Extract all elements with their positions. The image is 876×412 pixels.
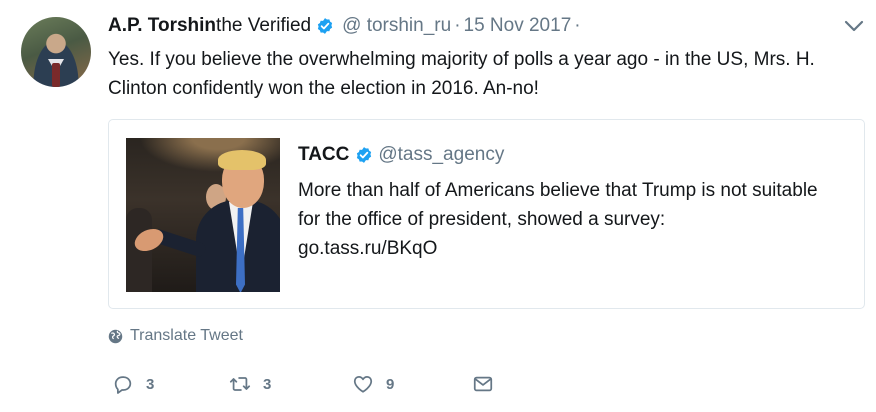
avatar-tie xyxy=(52,63,60,87)
quoted-tweet-link[interactable]: go.tass.ru/BKqO xyxy=(298,238,437,259)
author-handle[interactable]: @ torshin_ru xyxy=(342,15,451,37)
image-hair xyxy=(218,150,266,170)
retweet-button[interactable]: 3 xyxy=(229,370,271,398)
retweet-icon xyxy=(229,377,251,391)
trailing-separator-dot: · xyxy=(574,15,581,36)
tweet-date[interactable]: 15 Nov 2017 xyxy=(464,15,572,37)
author-name[interactable]: A.P. Torshin xyxy=(108,15,216,37)
verified-badge-icon xyxy=(357,147,372,163)
quoted-tweet-image xyxy=(126,138,280,292)
tweet-header: A.P. Torshin the Verified @ torshin_ru · … xyxy=(108,13,584,39)
chevron-down-icon[interactable] xyxy=(843,18,865,34)
author-name-suffix[interactable]: the Verified xyxy=(216,15,311,37)
translate-label: Translate Tweet xyxy=(130,327,243,344)
translate-tweet-button[interactable]: Translate Tweet xyxy=(108,327,243,345)
verified-badge-icon xyxy=(318,18,333,34)
retweet-count: 3 xyxy=(263,375,272,393)
quoted-tweet-body: More than half of Americans believe that… xyxy=(298,180,818,230)
author-avatar[interactable] xyxy=(21,17,91,87)
reply-count: 3 xyxy=(146,375,155,393)
direct-message-button[interactable] xyxy=(472,370,494,398)
quoted-tweet-text: More than half of Americans believe that… xyxy=(298,176,838,263)
separator-dot: · xyxy=(454,15,461,36)
envelope-icon xyxy=(473,376,493,392)
quoted-author-name: TACC xyxy=(298,144,350,165)
like-count: 9 xyxy=(386,375,395,393)
tweet-text: Yes. If you believe the overwhelming maj… xyxy=(108,49,815,99)
quoted-tweet-header: TACC @tass_agency xyxy=(298,144,504,166)
globe-icon xyxy=(108,329,123,343)
heart-icon xyxy=(353,375,373,393)
quoted-tweet-card[interactable]: TACC @tass_agency More than half of Amer… xyxy=(108,119,865,309)
reply-button[interactable]: 3 xyxy=(112,370,154,398)
like-button[interactable]: 9 xyxy=(352,370,394,398)
reply-icon xyxy=(114,376,132,394)
quoted-author-handle: @tass_agency xyxy=(378,144,505,165)
